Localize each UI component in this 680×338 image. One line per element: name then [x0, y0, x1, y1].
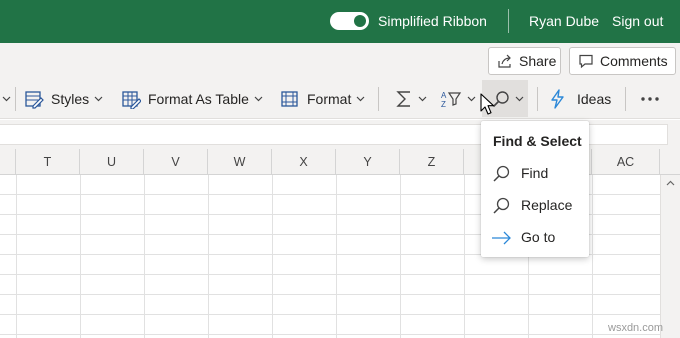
title-bar: Simplified Ribbon Ryan Dube Sign out: [0, 0, 680, 43]
sort-filter-button[interactable]: AZ: [440, 79, 476, 119]
scroll-up-icon[interactable]: [666, 180, 675, 186]
styles-icon: [25, 91, 44, 109]
search-icon: [493, 165, 510, 182]
watermark: wsxdn.com: [608, 322, 664, 334]
ribbon-divider: [378, 87, 379, 111]
replace-search-icon: [493, 197, 510, 214]
autosum-button[interactable]: [395, 79, 427, 119]
chevron-down-icon: [94, 96, 103, 102]
column-header[interactable]: V: [144, 149, 208, 175]
column-header[interactable]: U: [80, 149, 144, 175]
ideas-button[interactable]: Ideas: [549, 79, 611, 119]
ideas-label: Ideas: [577, 91, 612, 107]
menu-item-label: Find: [521, 165, 549, 181]
comments-button[interactable]: Comments: [569, 47, 676, 75]
arrow-right-icon: [492, 231, 511, 245]
column-header[interactable]: X: [272, 149, 336, 175]
mouse-cursor-icon: [480, 93, 494, 115]
find-select-menu: Find & Select Find Replace Go to: [481, 121, 589, 257]
menu-item-replace[interactable]: Replace: [481, 189, 589, 221]
chevron-down-icon: [418, 96, 427, 102]
format-as-table-icon: [122, 91, 141, 109]
more-options-button[interactable]: [640, 79, 660, 119]
menu-item-find[interactable]: Find: [481, 157, 589, 189]
comment-icon: [579, 54, 593, 69]
share-label: Share: [519, 53, 557, 69]
menu-item-go-to[interactable]: Go to: [481, 221, 589, 253]
styles-label: Styles: [51, 91, 90, 107]
chevron-down-icon: [254, 96, 263, 102]
simplified-ribbon-label: Simplified Ribbon: [378, 13, 487, 29]
grid-line: [0, 294, 660, 295]
share-icon: [498, 54, 511, 68]
svg-text:A: A: [441, 91, 447, 100]
column-header-partial[interactable]: [0, 149, 16, 175]
format-icon: [281, 91, 298, 107]
column-header[interactable]: AC: [592, 149, 660, 175]
grid-line: [0, 334, 660, 335]
chevron-down-icon: [356, 96, 365, 102]
format-as-table-label: Format As Table: [148, 91, 249, 107]
toggle-knob: [354, 15, 366, 27]
user-name[interactable]: Ryan Dube: [529, 13, 599, 29]
menu-item-label: Replace: [521, 197, 573, 213]
more-icon: [641, 97, 659, 101]
comments-label: Comments: [600, 53, 668, 69]
ribbon: Styles Format As Table Format AZ Ideas: [0, 79, 680, 119]
grid-line: [0, 274, 660, 275]
share-button[interactable]: Share: [488, 47, 561, 75]
format-as-table-button[interactable]: Format As Table: [121, 79, 263, 119]
sort-filter-icon: AZ: [441, 91, 462, 109]
vertical-scrollbar[interactable]: [660, 175, 680, 338]
ideas-icon: [551, 89, 564, 109]
ribbon-divider: [625, 87, 626, 111]
ribbon-overflow-left[interactable]: [2, 79, 11, 119]
ribbon-divider: [15, 87, 16, 111]
styles-button[interactable]: Styles: [24, 79, 103, 119]
column-header[interactable]: Y: [336, 149, 400, 175]
autosum-icon: [396, 91, 410, 107]
menu-title: Find & Select: [493, 133, 582, 149]
column-header[interactable]: W: [208, 149, 272, 175]
search-icon: [492, 91, 509, 108]
simplified-ribbon-toggle[interactable]: [330, 12, 369, 30]
ribbon-divider: [537, 87, 538, 111]
grid-line: [0, 314, 660, 315]
sign-out-link[interactable]: Sign out: [612, 13, 663, 29]
svg-text:Z: Z: [441, 100, 446, 109]
column-header[interactable]: Z: [400, 149, 464, 175]
format-button[interactable]: Format: [280, 79, 365, 119]
format-label: Format: [307, 91, 352, 107]
chevron-down-icon: [2, 96, 11, 102]
chevron-down-icon: [515, 96, 524, 102]
share-comments-bar: Share Comments: [0, 43, 680, 79]
title-bar-divider: [508, 9, 509, 33]
menu-item-label: Go to: [521, 229, 556, 245]
column-header[interactable]: T: [16, 149, 80, 175]
chevron-down-icon: [467, 96, 476, 102]
